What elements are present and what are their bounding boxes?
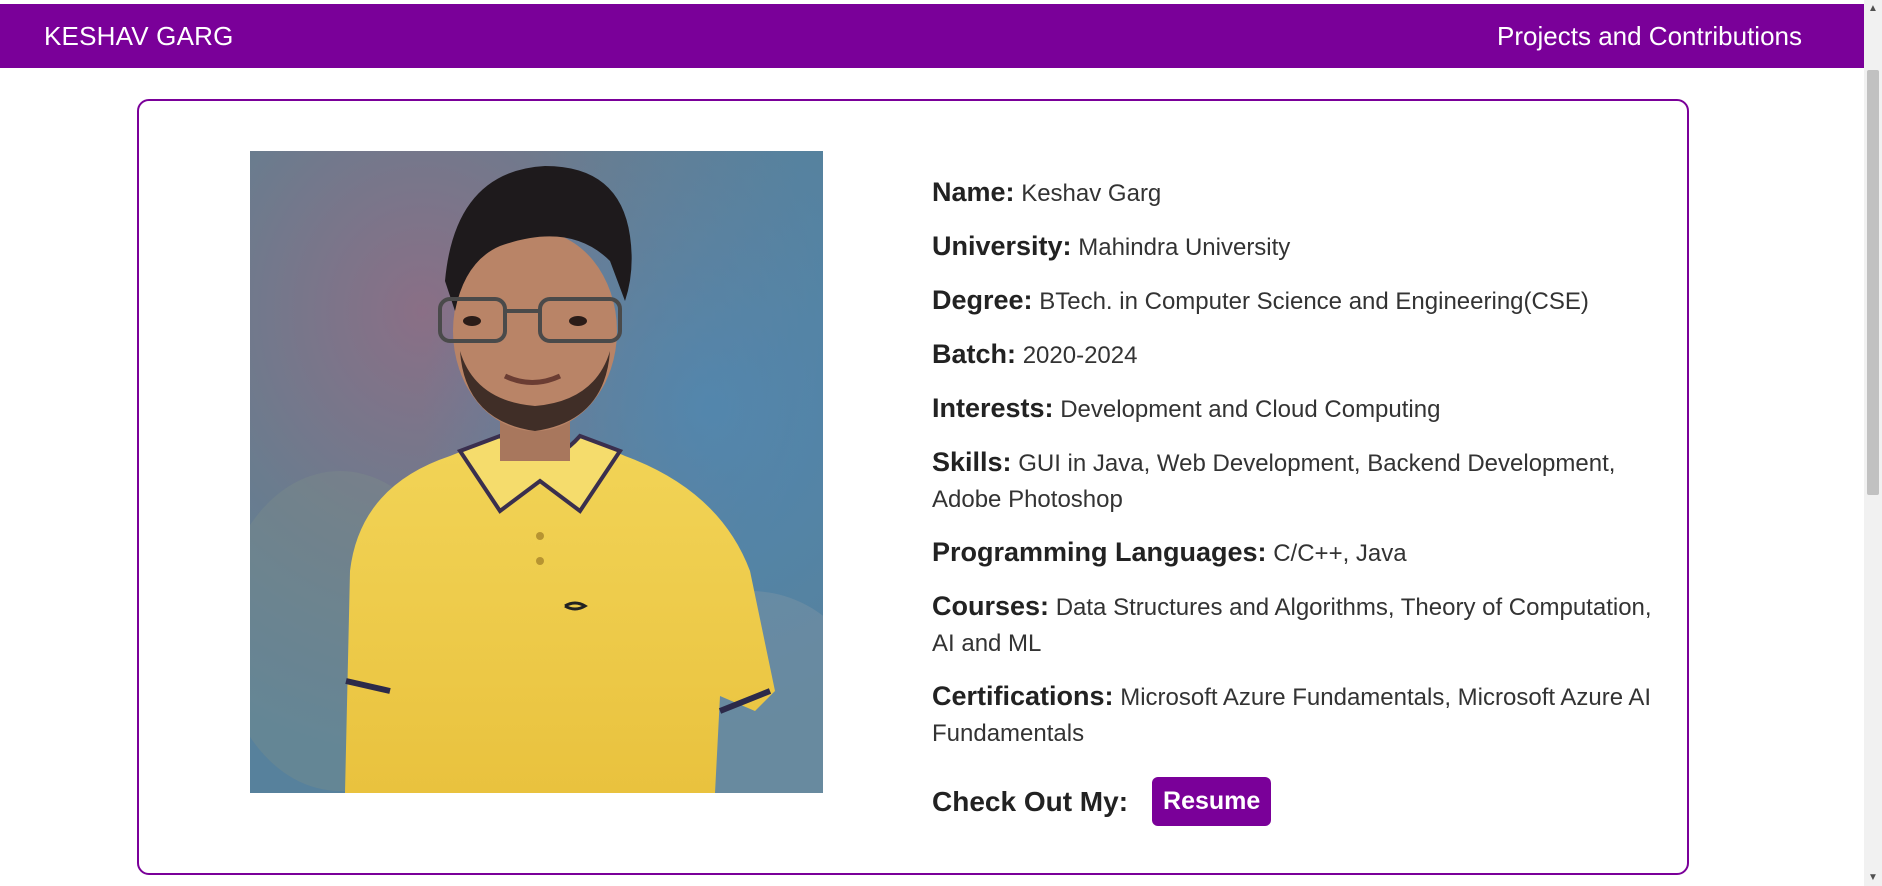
detail-label: Programming Languages: — [932, 537, 1267, 567]
detail-certifications: Certifications: Microsoft Azure Fundamen… — [932, 678, 1662, 752]
page-viewport: KESHAV GARG Projects and Contributions N… — [0, 0, 1864, 886]
detail-label: Name: — [932, 177, 1015, 207]
detail-value: BTech. in Computer Science and Engineeri… — [1039, 288, 1589, 315]
detail-label: Batch: — [932, 339, 1017, 369]
detail-programming-languages: Programming Languages: C/C++, Java — [932, 534, 1662, 572]
profile-photo — [250, 151, 823, 793]
profile-details: Name: Keshav Garg University: Mahindra U… — [932, 174, 1662, 826]
chevron-up-icon[interactable]: ▲ — [1864, 0, 1882, 17]
detail-value: Mahindra University — [1078, 234, 1291, 261]
brand-link[interactable]: KESHAV GARG — [44, 21, 234, 52]
cta-label: Check Out My: — [932, 785, 1129, 817]
vertical-scrollbar[interactable]: ▲ ▼ — [1864, 0, 1882, 886]
detail-name: Name: Keshav Garg — [932, 174, 1662, 212]
detail-value: Development and Cloud Computing — [1060, 396, 1441, 423]
detail-label: Interests: — [932, 393, 1054, 423]
navbar: KESHAV GARG Projects and Contributions — [0, 4, 1864, 68]
nav-link-projects[interactable]: Projects and Contributions — [1497, 21, 1802, 52]
detail-value: Keshav Garg — [1021, 180, 1162, 207]
profile-card: Name: Keshav Garg University: Mahindra U… — [137, 99, 1689, 875]
detail-label: Certifications: — [932, 681, 1114, 711]
detail-value: C/C++, Java — [1273, 540, 1407, 567]
profile-photo-illustration — [250, 151, 823, 793]
detail-value: 2020-2024 — [1022, 342, 1138, 369]
detail-label: Degree: — [932, 285, 1033, 315]
detail-degree: Degree: BTech. in Computer Science and E… — [932, 282, 1662, 320]
detail-skills: Skills: GUI in Java, Web Development, Ba… — [932, 444, 1662, 518]
detail-value: GUI in Java, Web Development, Backend De… — [932, 450, 1616, 513]
resume-cta: Check Out My: Resume — [932, 777, 1662, 826]
detail-courses: Courses: Data Structures and Algorithms,… — [932, 588, 1662, 662]
chevron-down-icon[interactable]: ▼ — [1864, 869, 1882, 886]
detail-batch: Batch: 2020-2024 — [932, 336, 1662, 374]
detail-interests: Interests: Development and Cloud Computi… — [932, 390, 1662, 428]
detail-label: University: — [932, 231, 1072, 261]
detail-label: Courses: — [932, 591, 1050, 621]
scrollbar-thumb[interactable] — [1867, 70, 1879, 495]
detail-label: Skills: — [932, 447, 1012, 477]
detail-university: University: Mahindra University — [932, 228, 1662, 266]
resume-button[interactable]: Resume — [1152, 777, 1272, 826]
